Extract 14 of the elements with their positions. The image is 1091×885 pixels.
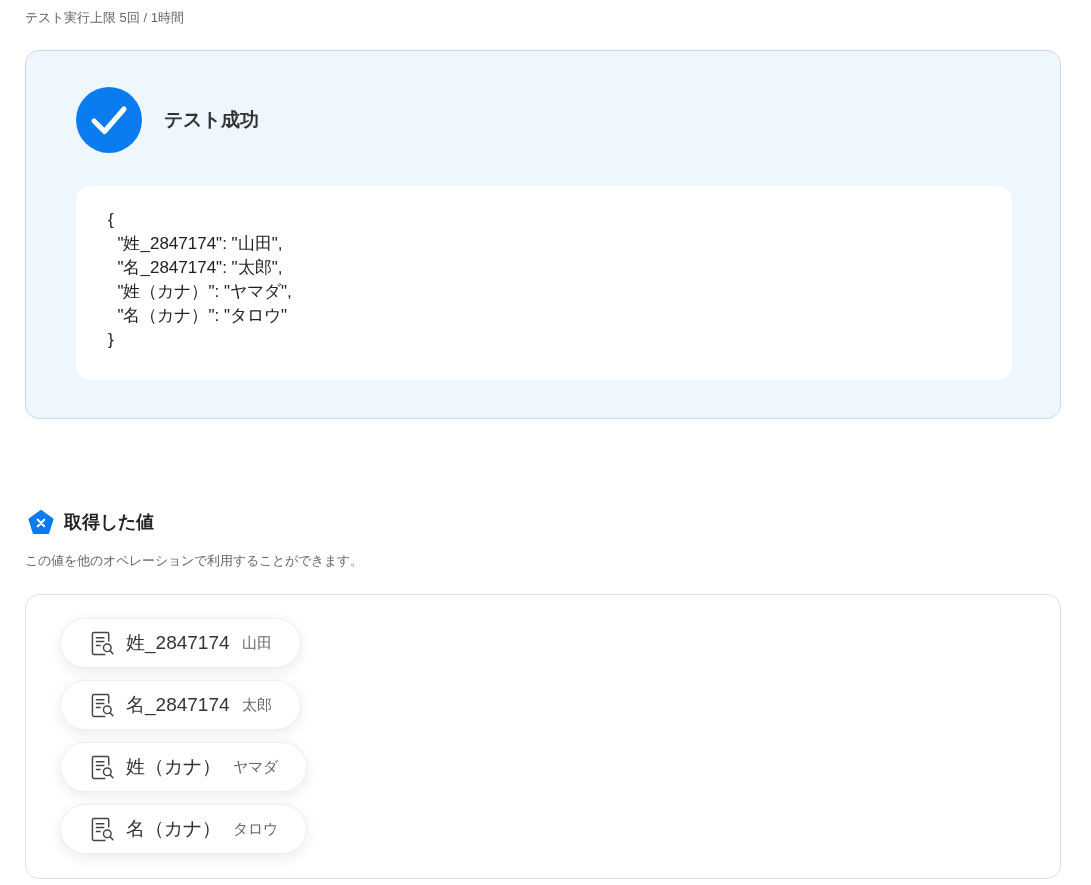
- value-chip[interactable]: 姓（カナ） ヤマダ: [60, 742, 307, 792]
- value-chip[interactable]: 姓_2847174 山田: [60, 618, 301, 668]
- document-search-icon: [91, 630, 114, 656]
- pentagon-x-icon: [28, 509, 54, 535]
- value-chip[interactable]: 名（カナ） タロウ: [60, 804, 307, 854]
- document-search-icon: [91, 692, 114, 718]
- result-title: テスト成功: [164, 108, 259, 132]
- section-title: 取得した値: [64, 511, 154, 534]
- test-limit-text: テスト実行上限 5回 / 1時間: [25, 9, 184, 27]
- json-output-text: { "姓_2847174": "山田", "名_2847174": "太郎", "姓（カナ）": "ヤマダ", "名（カナ）": "タロウ" }: [108, 209, 292, 351]
- section-description: この値を他のオペレーションで利用することができます。: [25, 552, 363, 570]
- document-search-icon: [91, 816, 114, 842]
- value-chip[interactable]: 名_2847174 太郎: [60, 680, 301, 730]
- document-search-icon: [91, 754, 114, 780]
